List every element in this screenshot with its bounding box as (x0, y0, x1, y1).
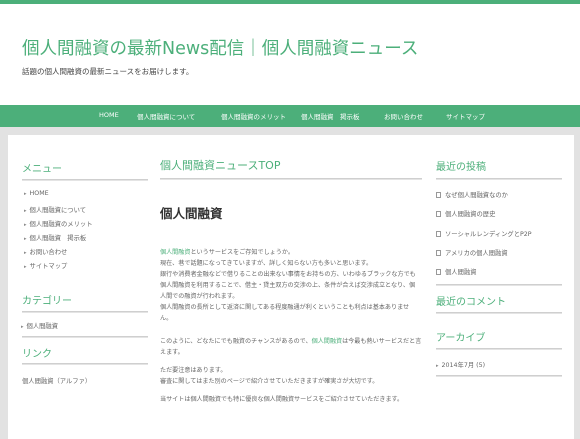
document-icon (436, 269, 441, 275)
recent-posts-divider (436, 178, 562, 180)
links-divider (22, 363, 148, 365)
arrow-icon: ▸ (24, 191, 27, 197)
recent-post-label: 個人間融資の歴史 (445, 211, 496, 218)
site-header: 個人間融資の最新News配信｜個人間融資ニュース 話題の個人間融資の最新ニュース… (0, 4, 580, 105)
archive-divider (436, 348, 562, 350)
nav-item-home[interactable]: HOME (99, 111, 119, 119)
category-item[interactable]: ▸ 個人間融資 (21, 321, 58, 330)
paragraph: 当サイトは個人間融資でも特に優良な個人間融資サービスをご紹介させていただきます。 (160, 396, 404, 403)
inline-link[interactable]: 個人間融資 (160, 249, 190, 256)
menu-item-sitemap[interactable]: ▸ サイトマップ (24, 261, 67, 270)
nav-item-board[interactable]: 個人間融資 掲示板 (301, 111, 360, 121)
paragraph: このように、どなたにでも融資のチャンスがあるので、個人間融資は今最も熱いサービス… (160, 337, 421, 348)
paragraph-text: というサービスをご存知でしょうか。 (190, 249, 294, 256)
recent-post-item[interactable]: なぜ個人間融資なのか (436, 190, 508, 199)
arrow-icon: ▸ (436, 363, 439, 369)
recent-post-item[interactable]: 個人間融資 (436, 267, 476, 276)
arrow-icon: ▸ (24, 250, 27, 256)
site-description: 話題の個人間融資の最新ニュースをお届けします。 (22, 67, 194, 76)
archive-bottom-divider (436, 375, 562, 377)
category-item-label: 個人間融資 (26, 323, 58, 330)
menu-item-merit[interactable]: ▸ 個人間融資のメリット (24, 219, 92, 228)
post-title[interactable]: 個人間融資 (160, 203, 223, 222)
paragraph: えます。 (160, 349, 184, 356)
category-divider (22, 311, 148, 313)
menu-divider (22, 179, 148, 181)
paragraph: 人間での融資が行われます。 (160, 293, 239, 300)
document-icon (436, 211, 441, 217)
menu-item-label: サイトマップ (29, 263, 68, 270)
recent-post-label: なぜ個人間融資なのか (445, 192, 508, 199)
menu-heading: メニュー (22, 164, 62, 175)
menu-item-board[interactable]: ▸ 個人間融資 掲示板 (24, 233, 86, 242)
menu-item-label: HOME (29, 190, 49, 197)
links-heading: リンク (22, 349, 52, 360)
menu-item-label: 個人間融資について (29, 207, 86, 214)
recent-post-item[interactable]: 個人間融資の歴史 (436, 209, 495, 218)
arrow-icon: ▸ (21, 324, 24, 330)
menu-item-contact[interactable]: ▸ お問い合わせ (24, 247, 67, 256)
arrow-icon: ▸ (24, 264, 27, 270)
document-icon (436, 250, 441, 256)
arrow-icon: ▸ (24, 222, 27, 228)
paragraph: 現在、巷で話題になってきていますが、詳しく知らない方も多いと思います。 (160, 260, 373, 267)
menu-item-home[interactable]: ▸ HOME (24, 190, 49, 197)
menu-item-about[interactable]: ▸ 個人間融資について (24, 205, 86, 214)
category-heading: カテゴリー (22, 296, 72, 307)
recent-posts-bottom-divider (436, 284, 562, 286)
paragraph-text: は今最も熱いサービスだと言 (342, 338, 422, 345)
site-title[interactable]: 個人間融資の最新News配信｜個人間融資ニュース (22, 35, 418, 60)
recent-post-label: アメリカの個人間融資 (445, 250, 508, 257)
nav-item-contact[interactable]: お問い合わせ (384, 111, 423, 121)
archive-item[interactable]: ▸ 2014年7月 (5) (436, 360, 485, 369)
main-nav: HOME 個人間融資について 個人間融資のメリット 個人間融資 掲示板 お問い合… (0, 105, 580, 127)
arrow-icon: ▸ (24, 208, 27, 214)
arrow-icon: ▸ (24, 236, 27, 242)
paragraph: 審査に関してはまた別のページで紹介させていただきますが確実さが大切です。 (160, 378, 379, 385)
nav-item-about[interactable]: 個人間融資について (137, 111, 195, 121)
document-icon (436, 231, 441, 237)
recent-comments-divider (436, 312, 562, 314)
nav-item-sitemap[interactable]: サイトマップ (446, 111, 485, 121)
paragraph: 個人間融資を利用することで、借主・貸主双方の交渉の上、条件が合えば交渉成立となり… (160, 282, 416, 289)
archive-item-label: 2014年7月 (5) (441, 362, 486, 369)
inline-link[interactable]: 個人間融資 (312, 338, 342, 345)
recent-post-label: 個人間融資 (445, 269, 477, 276)
menu-item-label: 個人間融資のメリット (29, 221, 93, 228)
document-icon (436, 192, 441, 198)
recent-comments-heading: 最近のコメント (436, 297, 506, 308)
nav-item-merit[interactable]: 個人間融資のメリット (221, 111, 286, 121)
paragraph: 個人間融資の長所として返済に関してある程度融通が利くということも利点は基本ありま… (160, 304, 410, 311)
menu-item-label: 個人間融資 掲示板 (29, 235, 87, 242)
recent-post-label: ソーシャルレンディングとP2P (445, 231, 532, 238)
links-item[interactable]: 個人間融資（アルファ） (22, 376, 91, 385)
recent-posts-heading: 最近の投稿 (436, 162, 486, 173)
recent-post-item[interactable]: アメリカの個人間融資 (436, 248, 508, 257)
menu-item-label: お問い合わせ (29, 249, 68, 256)
main-heading-divider (160, 178, 422, 180)
category-bottom-divider (22, 336, 148, 338)
paragraph: ん。 (160, 315, 173, 322)
paragraph-text: このように、どなたにでも融資のチャンスがあるので、 (160, 338, 312, 345)
recent-post-item[interactable]: ソーシャルレンディングとP2P (436, 229, 532, 238)
paragraph: ただ要注意はあります。 (160, 367, 227, 374)
paragraph: 銀行や消費者金融などで借りることの出来ない事情をお持ちの方、いわゆるブラックな方… (160, 271, 416, 278)
paragraph: 個人間融資というサービスをご存知でしょうか。 (160, 248, 294, 259)
main-heading: 個人間融資ニュースTOP (160, 159, 281, 172)
archive-heading: アーカイブ (436, 333, 486, 344)
